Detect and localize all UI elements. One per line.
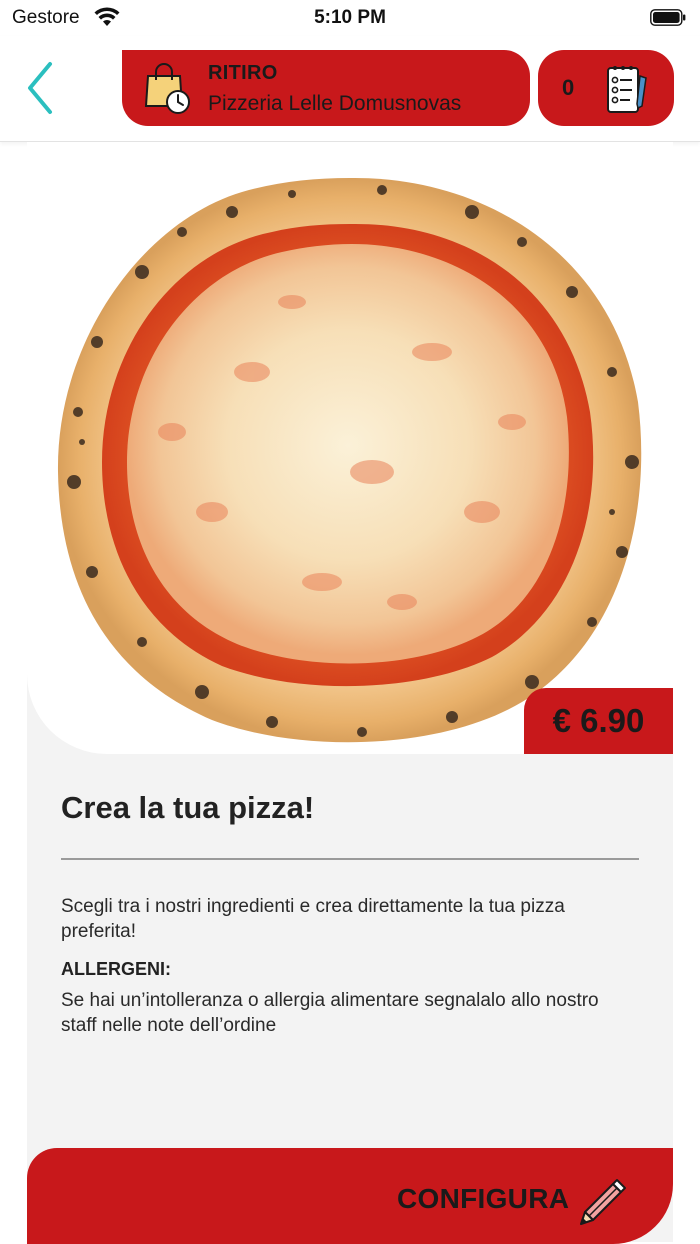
top-header: RITIRO Pizzeria Lelle Domusnovas 0: [0, 36, 700, 142]
battery-icon: [650, 9, 686, 26]
delivery-mode-selector[interactable]: RITIRO Pizzeria Lelle Domusnovas: [122, 50, 530, 126]
order-list-icon: [607, 66, 647, 113]
price-value: € 6.90: [552, 702, 645, 739]
allergens-text: Se hai un’intolleranza o allergia alimen…: [61, 990, 599, 1036]
configure-label: CONFIGURA: [397, 1183, 570, 1214]
status-bar: Gestore 5:10 PM: [0, 0, 700, 36]
clock: 5:10 PM: [314, 7, 386, 28]
chevron-left-icon: [28, 62, 52, 114]
back-button[interactable]: [20, 58, 64, 118]
pencil-icon: [580, 1179, 626, 1225]
order-summary-button[interactable]: 0: [538, 50, 674, 126]
product-title: Crea la tua pizza!: [61, 790, 315, 825]
cart-count: 0: [562, 75, 575, 100]
configure-button[interactable]: CONFIGURA: [27, 1148, 673, 1244]
allergens-label: ALLERGENI:: [61, 959, 171, 979]
product-description: Scegli tra i nostri ingredienti e crea d…: [61, 896, 565, 942]
pizza-image: [57, 177, 642, 743]
divider: [61, 858, 639, 860]
delivery-mode-label: RITIRO: [208, 62, 278, 84]
price-badge: € 6.90: [524, 688, 673, 754]
store-name: Pizzeria Lelle Domusnovas: [208, 92, 462, 115]
shopping-bag-clock-icon: [144, 63, 190, 114]
